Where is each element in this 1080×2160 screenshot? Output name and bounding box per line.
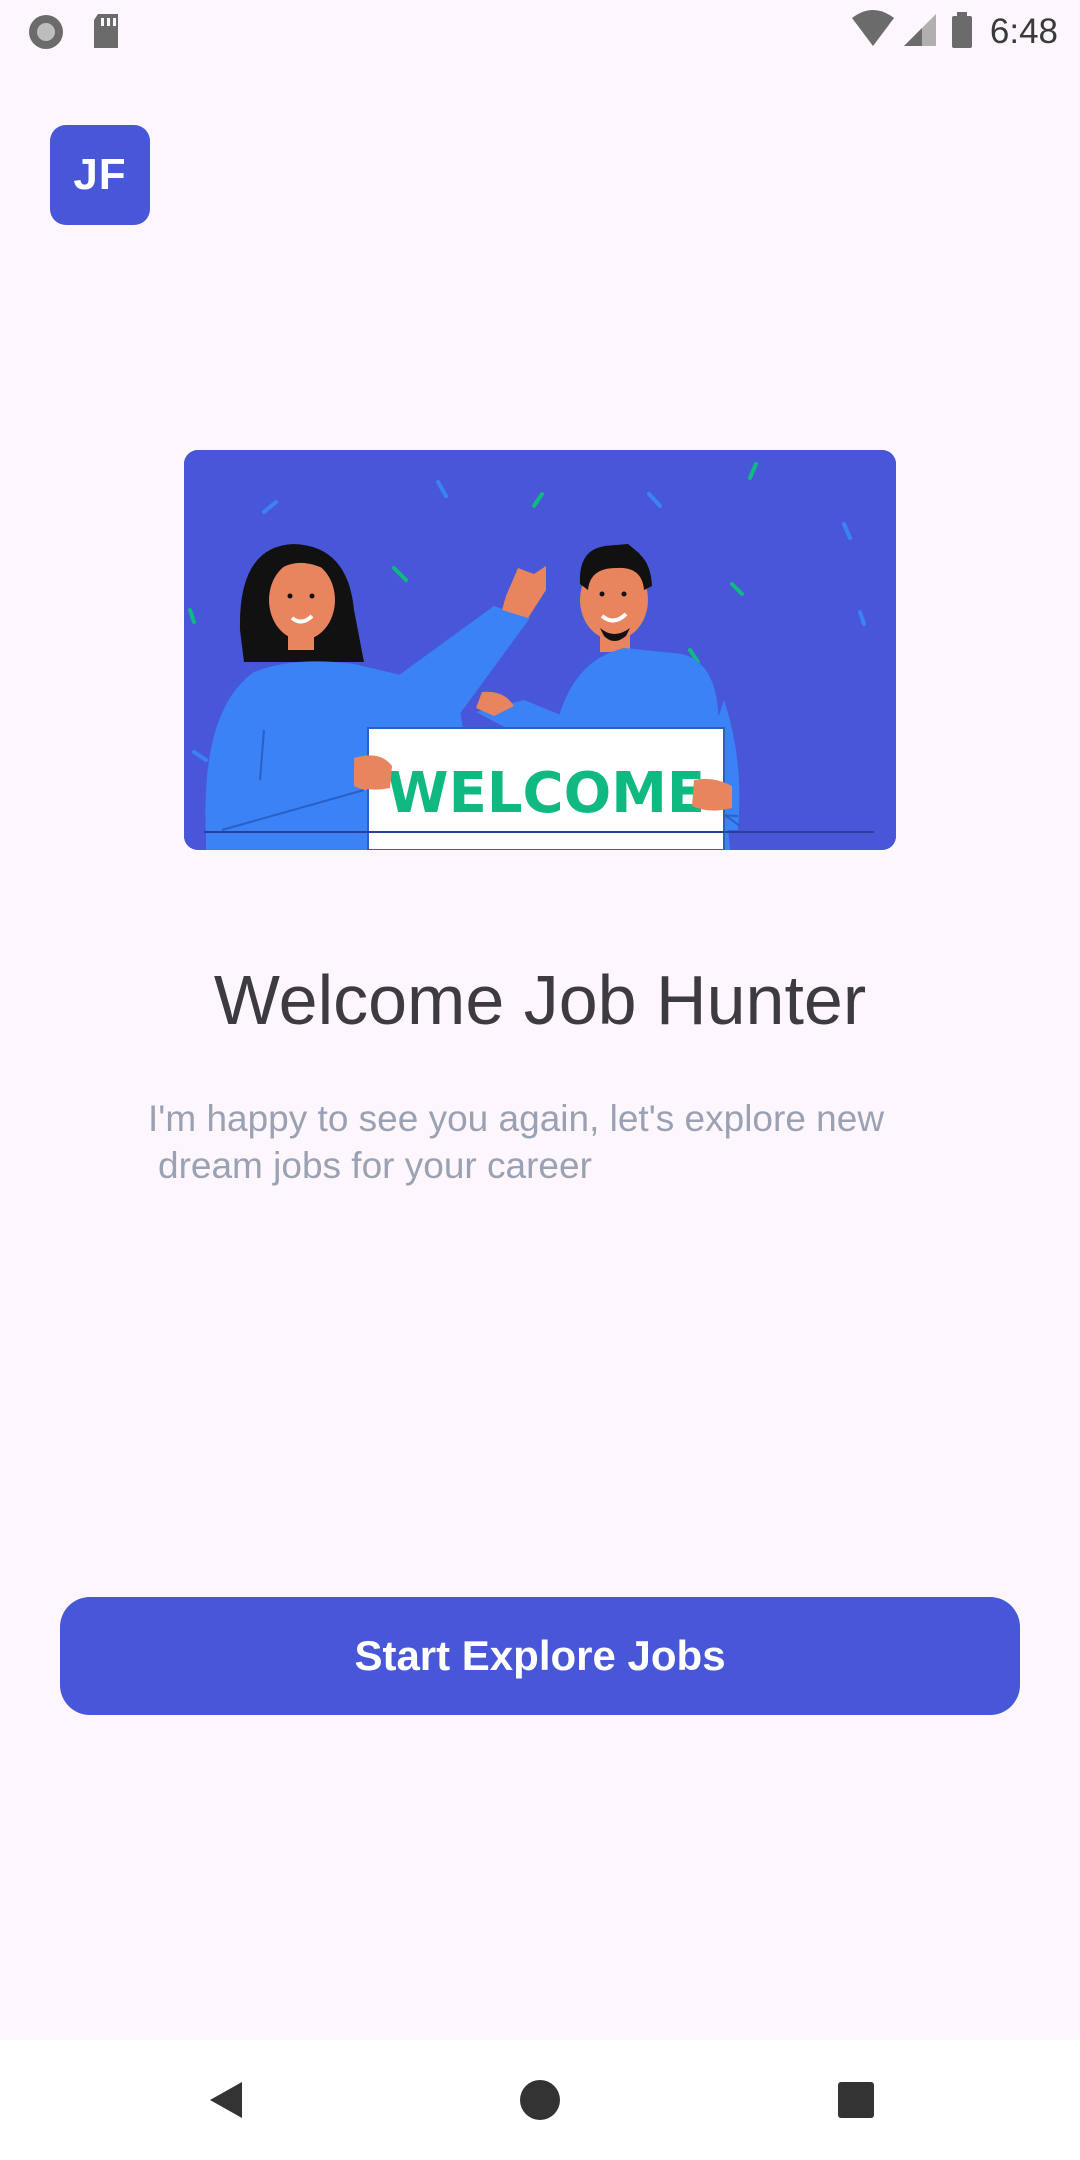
welcome-illustration: WELCOME <box>184 450 896 850</box>
cell-signal-icon <box>902 10 938 55</box>
home-icon[interactable] <box>510 2070 570 2130</box>
system-nav-bar <box>0 2040 1080 2160</box>
battery-icon <box>950 10 974 55</box>
start-explore-jobs-button[interactable]: Start Explore Jobs <box>60 1597 1020 1715</box>
recents-icon[interactable] <box>826 2070 886 2130</box>
subtitle-line-2: dream jobs for your career <box>158 1145 592 1186</box>
page-subtitle: I'm happy to see you again, let's explor… <box>148 1095 968 1189</box>
status-bar: 6:48 <box>0 0 1080 63</box>
page-title: Welcome Job Hunter <box>213 961 867 1039</box>
sd-card-icon <box>90 12 122 57</box>
welcome-sign-text: WELCOME <box>387 761 705 826</box>
back-icon[interactable] <box>196 2070 256 2130</box>
subtitle-line-1: I'm happy to see you again, let's explor… <box>148 1098 885 1139</box>
wifi-icon <box>850 9 896 55</box>
record-icon <box>26 12 66 57</box>
status-time: 6:48 <box>989 12 1058 51</box>
app-logo: JF <box>50 125 150 225</box>
